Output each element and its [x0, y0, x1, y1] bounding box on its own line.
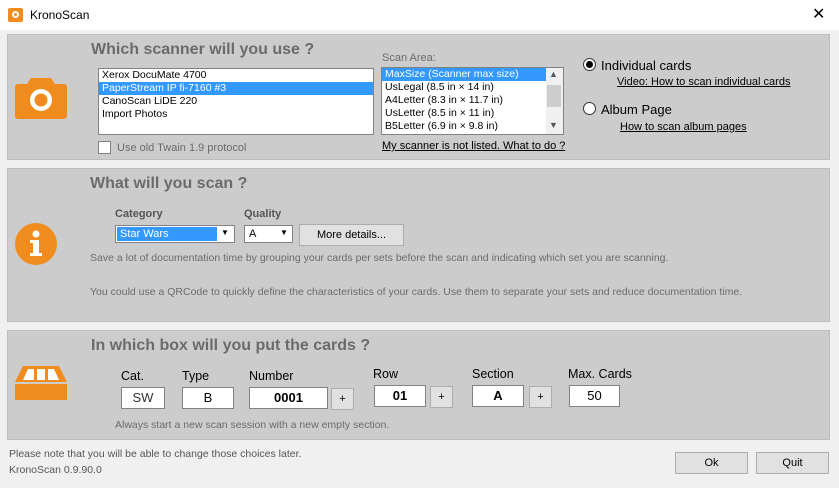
individual-video-link[interactable]: Video: How to scan individual cards [617, 76, 790, 88]
scan-area-option[interactable]: B5Letter (6.9 in × 9.8 in) [382, 120, 563, 133]
category-select[interactable]: Star Wars ▼ [115, 225, 235, 243]
section-field[interactable]: A [472, 385, 524, 407]
row-plus-button[interactable]: + [430, 386, 453, 408]
section-plus-button[interactable]: + [529, 386, 552, 408]
footer-note: Please note that you will be able to cha… [9, 448, 302, 460]
chevron-down-icon: ▼ [221, 228, 229, 237]
quality-label: Quality [244, 208, 282, 220]
scan-area-label: Scan Area: [382, 52, 436, 64]
album-link[interactable]: How to scan album pages [620, 121, 747, 133]
close-icon[interactable]: ✕ [812, 4, 825, 24]
scan-area-option-selected[interactable]: MaxSize (Scanner max size) [382, 68, 546, 81]
box-tray-icon [15, 366, 67, 400]
title-bar [0, 0, 839, 30]
ok-button[interactable]: Ok [675, 452, 748, 474]
window-title: KronoScan [30, 8, 90, 22]
row-field[interactable]: 01 [374, 385, 426, 407]
info-text-2: You could use a QRCode to quickly define… [90, 286, 743, 298]
cat-field[interactable]: SW [121, 387, 165, 409]
scroll-down-icon[interactable]: ▼ [549, 120, 558, 130]
info-text-1: Save a lot of documentation time by grou… [90, 252, 669, 264]
cat-label: Cat. [121, 369, 144, 383]
max-cards-field[interactable]: 50 [569, 385, 620, 407]
max-cards-label: Max. Cards [568, 367, 632, 381]
app-camera-icon [8, 8, 23, 22]
scanner-option-selected[interactable]: PaperStream IP fi-7160 #3 [99, 82, 373, 95]
scroll-thumb[interactable] [547, 85, 561, 107]
scanner-not-listed-link[interactable]: My scanner is not listed. What to do ? [382, 140, 565, 152]
version-label: KronoScan 0.9.90.0 [9, 464, 102, 476]
individual-cards-radio[interactable] [583, 58, 596, 71]
scan-area-list[interactable]: MaxSize (Scanner max size) UsLegal (8.5 … [381, 67, 564, 135]
scan-heading: What will you scan ? [90, 175, 248, 192]
more-details-button[interactable]: More details... [299, 224, 404, 246]
number-plus-button[interactable]: + [331, 388, 354, 410]
scan-area-option[interactable]: UsLegal (8.5 in × 14 in) [382, 81, 563, 94]
old-twain-checkbox[interactable] [98, 141, 111, 154]
quit-button[interactable]: Quit [756, 452, 829, 474]
type-label: Type [182, 369, 210, 383]
scroll-up-icon[interactable]: ▲ [549, 69, 558, 79]
number-label: Number [249, 369, 294, 383]
scan-area-option[interactable]: A4Letter (8.3 in × 11.7 in) [382, 94, 563, 107]
scanner-option[interactable]: Import Photos [99, 108, 373, 121]
scan-area-option[interactable]: UsLetter (8.5 in × 11 in) [382, 107, 563, 120]
camera-icon [15, 78, 67, 119]
info-icon [15, 223, 57, 265]
box-note: Always start a new scan session with a n… [115, 419, 390, 431]
scanner-option[interactable]: Xerox DocuMate 4700 [99, 69, 373, 82]
album-page-label[interactable]: Album Page [601, 102, 672, 117]
old-twain-label: Use old Twain 1.9 protocol [117, 142, 247, 154]
chevron-down-icon: ▼ [280, 228, 288, 237]
section-label: Section [472, 367, 514, 381]
individual-cards-label[interactable]: Individual cards [601, 58, 691, 73]
album-page-radio[interactable] [583, 102, 596, 115]
box-heading: In which box will you put the cards ? [91, 337, 371, 354]
category-label: Category [115, 208, 163, 220]
quality-select[interactable]: A ▼ [244, 225, 293, 243]
type-field[interactable]: B [182, 387, 234, 409]
number-field[interactable]: 0001 [249, 387, 328, 409]
scanner-list[interactable]: Xerox DocuMate 4700 PaperStream IP fi-71… [98, 68, 374, 135]
scanner-option[interactable]: CanoScan LiDE 220 [99, 95, 373, 108]
scan-area-scrollbar[interactable]: ▲ ▼ [546, 68, 563, 134]
row-label: Row [373, 367, 399, 381]
category-value: Star Wars [117, 227, 217, 241]
quality-value: A [249, 228, 257, 240]
scanner-heading: Which scanner will you use ? [91, 41, 315, 58]
